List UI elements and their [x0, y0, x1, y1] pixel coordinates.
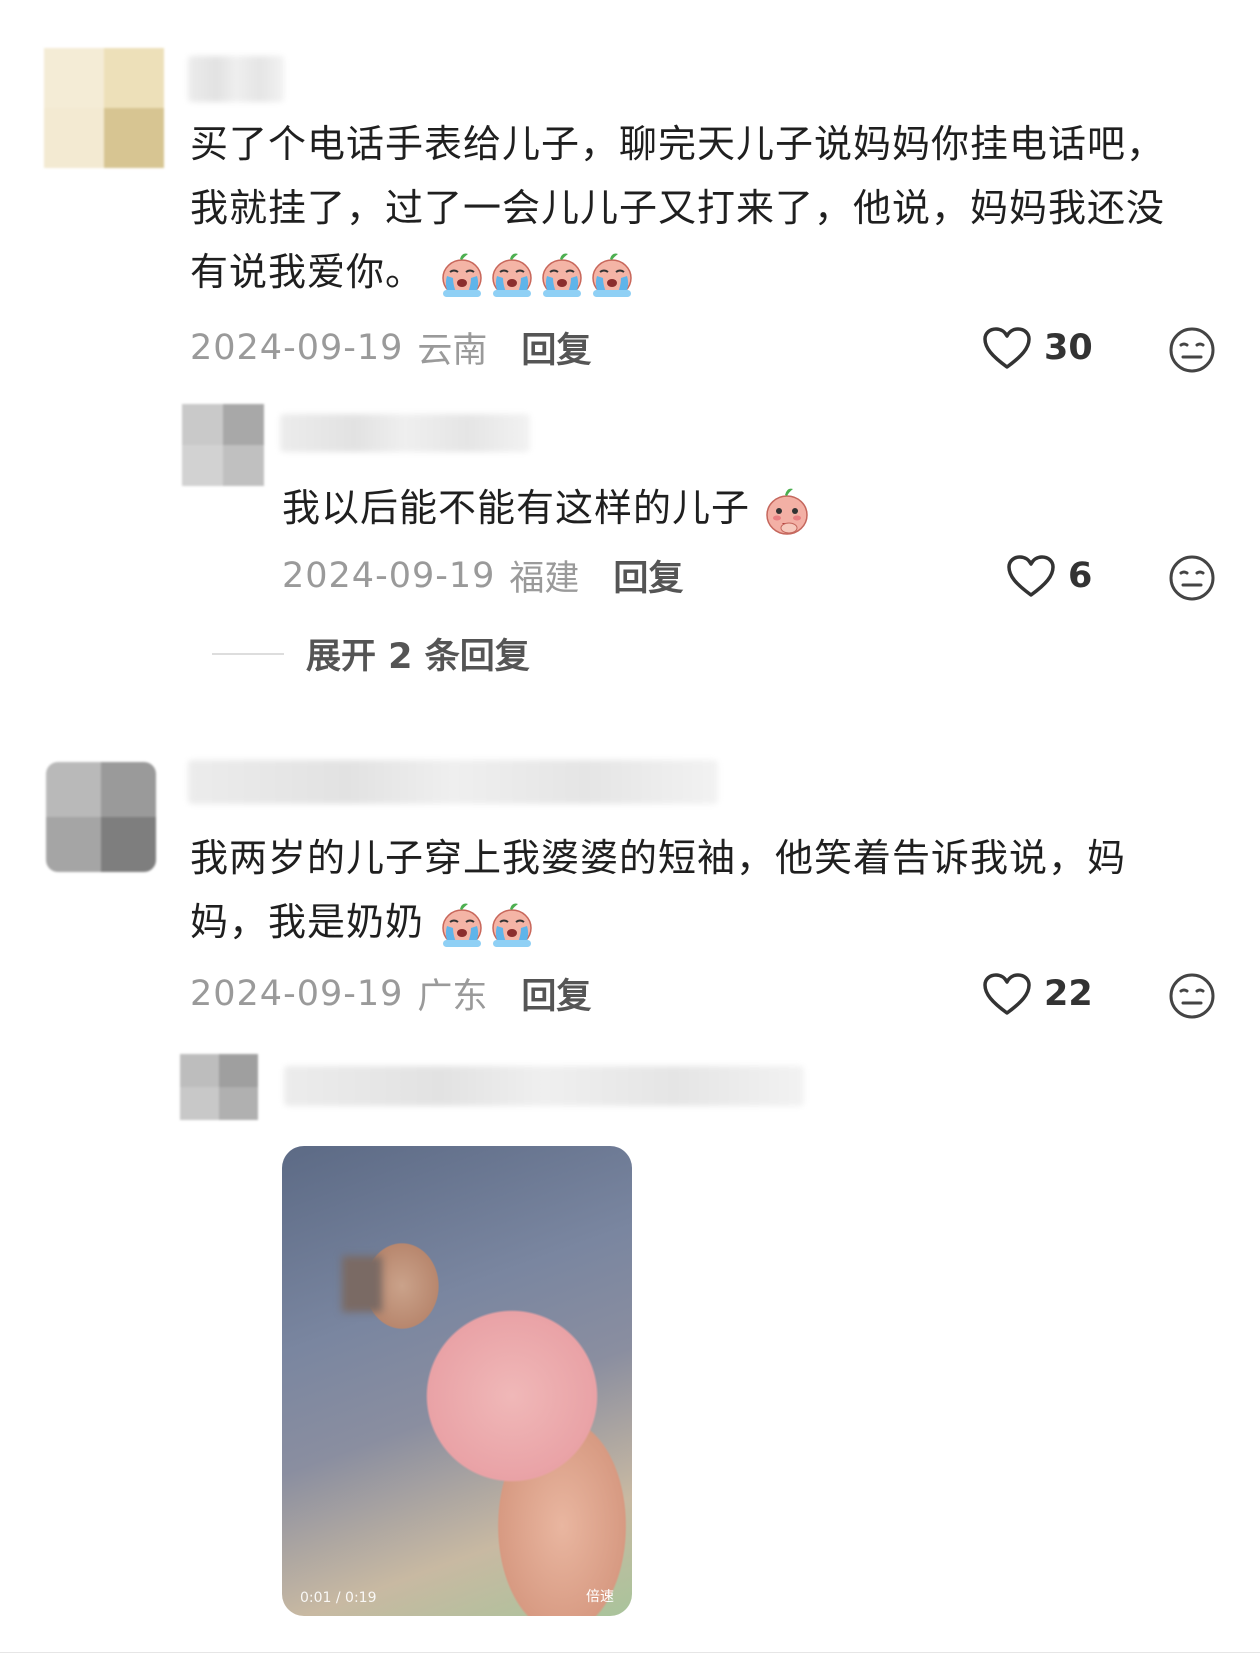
comment-line: 有说我爱你。 — [190, 240, 1220, 304]
like-count: 30 — [1044, 328, 1093, 368]
comment-text: 我两岁的儿子穿上我婆婆的短袖，他笑着告诉我说，妈 妈，我是奶奶 — [190, 826, 1220, 954]
comment-location: 广东 — [417, 977, 488, 1017]
username-blurred[interactable] — [188, 760, 718, 804]
username-blurred[interactable] — [280, 414, 530, 452]
video-timestamp: 0:01 / 0:19 — [300, 1590, 377, 1606]
username-blurred[interactable] — [188, 56, 284, 102]
reply-text-content: 我以后能不能有这样的儿子 — [282, 486, 751, 530]
crying-emoji — [442, 253, 482, 297]
like-count: 6 — [1068, 556, 1093, 596]
reply-button[interactable]: 回复 — [521, 968, 591, 1019]
neutral-face-icon[interactable] — [1168, 326, 1216, 374]
reply-button[interactable]: 回复 — [613, 550, 683, 601]
like-button[interactable]: 6 — [1006, 554, 1092, 598]
divider — [212, 652, 284, 655]
reply-meta: 2024-09-19 福建 回复 — [282, 550, 683, 601]
expand-replies-button[interactable]: 展开 2 条回复 — [212, 628, 530, 679]
crying-emoji — [442, 903, 482, 947]
avatar[interactable] — [44, 48, 164, 168]
crying-emoji — [592, 253, 632, 297]
comment-line: 妈，我是奶奶 — [190, 890, 1220, 954]
avatar[interactable] — [182, 404, 264, 486]
like-button[interactable]: 30 — [982, 326, 1093, 370]
reply-location: 福建 — [509, 559, 580, 599]
blushing-emoji — [766, 488, 808, 535]
comment-line: 我两岁的儿子穿上我婆婆的短袖，他笑着告诉我说，妈 — [190, 836, 1127, 880]
neutral-face-icon[interactable] — [1168, 554, 1216, 602]
username-blurred[interactable] — [284, 1066, 804, 1106]
reply-date: 2024-09-19 — [282, 555, 496, 596]
like-count: 22 — [1044, 974, 1093, 1014]
avatar[interactable] — [180, 1054, 258, 1120]
divider — [0, 1652, 1260, 1653]
video-thumbnail[interactable]: 0:01 / 0:19 倍速 — [282, 1146, 632, 1616]
crying-emoji — [542, 253, 582, 297]
avatar[interactable] — [46, 762, 156, 872]
blurred-face — [342, 1256, 382, 1312]
comment-line-text: 有说我爱你。 — [190, 250, 425, 294]
expand-replies-label: 展开 2 条回复 — [306, 637, 530, 677]
comment-location: 云南 — [417, 331, 488, 371]
reply-text: 我以后能不能有这样的儿子 — [282, 476, 811, 540]
heart-outline-icon — [983, 973, 1031, 1015]
comment-text: 买了个电话手表给儿子，聊完天儿子说妈妈你挂电话吧， 我就挂了，过了一会儿儿子又打… — [190, 112, 1220, 304]
crying-emoji-row — [437, 900, 537, 947]
comment-line-text: 妈，我是奶奶 — [190, 900, 425, 944]
comment-meta: 2024-09-19 广东 回复 — [190, 968, 591, 1019]
crying-emoji — [492, 253, 532, 297]
crying-emoji — [492, 903, 532, 947]
comment-line: 我就挂了，过了一会儿儿子又打来了，他说，妈妈我还没 — [190, 186, 1166, 230]
heart-outline-icon — [983, 327, 1031, 369]
crying-emoji-row — [437, 250, 637, 297]
neutral-face-icon[interactable] — [1168, 972, 1216, 1020]
playback-speed-button[interactable]: 倍速 — [586, 1586, 614, 1606]
reply-button[interactable]: 回复 — [521, 322, 591, 373]
heart-outline-icon — [1007, 555, 1055, 597]
comment-line: 买了个电话手表给儿子，聊完天儿子说妈妈你挂电话吧， — [190, 122, 1166, 166]
comment-date: 2024-09-19 — [190, 973, 404, 1014]
comment-date: 2024-09-19 — [190, 327, 404, 368]
like-button[interactable]: 22 — [982, 972, 1093, 1016]
comment-meta: 2024-09-19 云南 回复 — [190, 322, 591, 373]
